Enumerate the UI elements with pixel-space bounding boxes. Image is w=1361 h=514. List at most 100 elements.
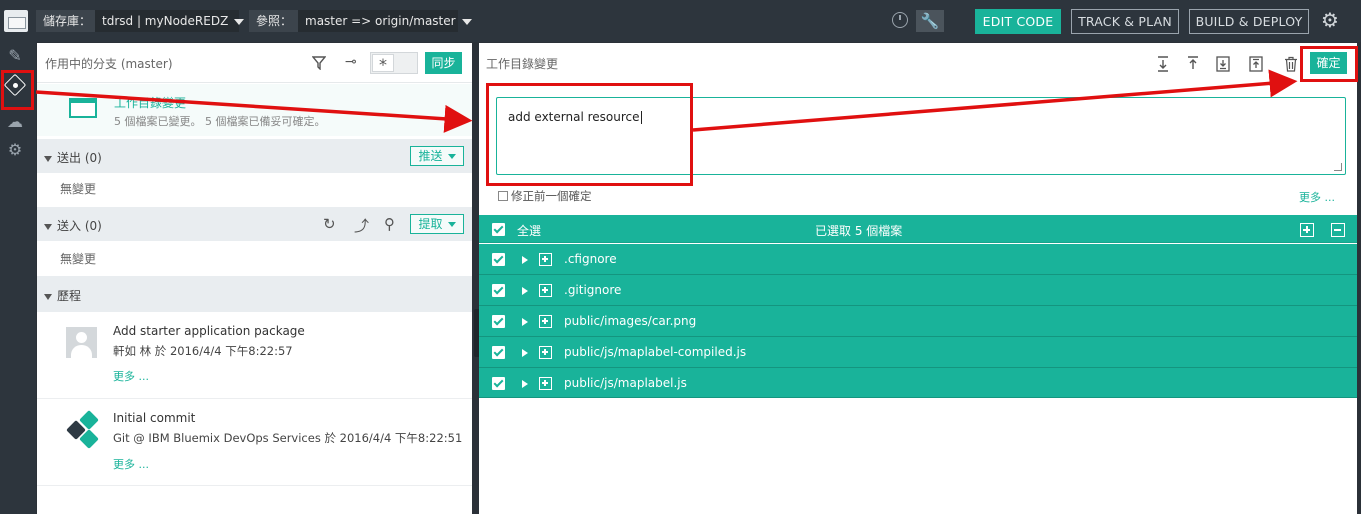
working-dir-title: 工作目錄變更 bbox=[114, 96, 187, 110]
more-options-link[interactable]: 更多 ... bbox=[1299, 189, 1335, 205]
file-checkbox[interactable] bbox=[492, 377, 505, 390]
working-dir-subtitle: 5 個檔案已變更。 5 個檔案已備妥可確定。 bbox=[114, 115, 326, 128]
commit-item[interactable]: Initial commit Git @ IBM Bluemix DevOps … bbox=[37, 400, 472, 486]
select-all-checkbox[interactable] bbox=[492, 223, 505, 236]
ref-value: master => origin/master bbox=[305, 14, 456, 28]
outgoing-section[interactable]: 送出 (0) 推送 bbox=[37, 139, 472, 173]
chevron-down-icon bbox=[234, 18, 245, 25]
push-button[interactable]: 推送 bbox=[410, 146, 464, 166]
branch-title: 作用中的分支 (master) bbox=[45, 57, 173, 71]
timer-icon[interactable] bbox=[892, 12, 908, 28]
file-checkbox[interactable] bbox=[492, 253, 505, 266]
download-patch-icon[interactable] bbox=[1216, 56, 1230, 72]
file-checkbox[interactable] bbox=[492, 315, 505, 328]
file-row[interactable]: public/js/maplabel.js bbox=[479, 368, 1357, 398]
outgoing-empty: 無變更 bbox=[60, 182, 97, 196]
amend-checkbox[interactable]: 修正前一個確定 bbox=[498, 188, 592, 204]
file-checkbox[interactable] bbox=[492, 284, 505, 297]
wrench-icon[interactable]: 🔧 bbox=[916, 10, 944, 32]
file-name: .gitignore bbox=[564, 283, 622, 297]
chevron-down-icon bbox=[447, 154, 456, 159]
collapse-icon bbox=[44, 155, 52, 162]
selected-count: 已選取 5 個檔案 bbox=[815, 224, 903, 238]
amend-label: 修正前一個確定 bbox=[511, 189, 592, 203]
file-name: public/images/car.png bbox=[564, 314, 697, 328]
fetch-button[interactable]: 提取 bbox=[410, 214, 464, 234]
branch-panel-header: 作用中的分支 (master) ⊸ * 同步 bbox=[37, 43, 472, 83]
expand-icon[interactable] bbox=[522, 349, 528, 357]
commit-more-link[interactable]: 更多 ... bbox=[113, 368, 149, 384]
gear-icon[interactable]: ⚙ bbox=[1321, 8, 1339, 32]
file-row[interactable]: public/js/maplabel-compiled.js bbox=[479, 337, 1357, 368]
commit-meta: 軒如 林 於 2016/4/4 下午8:22:57 bbox=[113, 344, 293, 358]
gear-icon[interactable]: ⚙ bbox=[0, 140, 30, 159]
added-file-icon bbox=[539, 253, 552, 266]
added-file-icon bbox=[539, 377, 552, 390]
commit-more-link[interactable]: 更多 ... bbox=[113, 456, 149, 472]
stage-all-icon[interactable] bbox=[1300, 223, 1314, 237]
repo-label: 儲存庫： bbox=[36, 10, 99, 32]
upload-patch-icon[interactable] bbox=[1249, 56, 1263, 72]
filter-icon[interactable] bbox=[312, 56, 326, 70]
expand-icon[interactable] bbox=[522, 256, 528, 264]
ref-selector[interactable]: master => origin/master bbox=[298, 10, 472, 32]
rebase-icon[interactable]: ↻ bbox=[323, 215, 336, 233]
expand-icon[interactable] bbox=[522, 287, 528, 295]
avatar bbox=[66, 327, 97, 358]
ref-label: 參照： bbox=[249, 10, 300, 32]
expand-icon[interactable] bbox=[522, 318, 528, 326]
edit-code-button[interactable]: EDIT CODE bbox=[975, 9, 1061, 34]
file-list-header: 全選 已選取 5 個檔案 bbox=[479, 215, 1357, 243]
working-dir-panel-title: 工作目錄變更 bbox=[486, 57, 559, 71]
build-deploy-button[interactable]: BUILD & DEPLOY bbox=[1189, 9, 1309, 34]
file-row[interactable]: public/images/car.png bbox=[479, 306, 1357, 337]
branch-panel: 作用中的分支 (master) ⊸ * 同步 工作目錄變更 5 個檔案已變更。 … bbox=[37, 43, 472, 514]
reset-icon[interactable]: ⚲ bbox=[384, 215, 395, 233]
cloud-deploy-icon[interactable]: ☁ bbox=[0, 112, 30, 131]
incoming-label: 送入 (0) bbox=[57, 219, 102, 233]
commit-title: Initial commit bbox=[113, 411, 196, 425]
fetch-label: 提取 bbox=[418, 217, 443, 231]
select-all-label: 全選 bbox=[517, 224, 542, 238]
file-name: .cfignore bbox=[564, 252, 617, 266]
merge-icon[interactable]: ⤴ bbox=[354, 215, 369, 236]
incoming-section[interactable]: 送入 (0) 提取 bbox=[37, 207, 472, 241]
pencil-icon[interactable]: ✎ bbox=[0, 46, 30, 65]
expand-icon[interactable] bbox=[522, 380, 528, 388]
added-file-icon bbox=[539, 284, 552, 297]
repo-selector[interactable]: tdrsd | myNodeREDZ bbox=[95, 10, 245, 32]
repo-value: tdrsd | myNodeREDZ bbox=[102, 14, 229, 28]
file-checkbox[interactable] bbox=[492, 346, 505, 359]
history-section[interactable]: 歷程 bbox=[37, 276, 472, 312]
file-name: public/js/maplabel-compiled.js bbox=[564, 345, 747, 359]
commit-icon[interactable]: ⊸ bbox=[345, 54, 357, 70]
push-label: 推送 bbox=[418, 149, 443, 163]
expand-all-icon[interactable] bbox=[1156, 56, 1170, 72]
resize-handle-icon[interactable] bbox=[1334, 163, 1342, 171]
highlight-commit-button bbox=[1300, 46, 1358, 82]
track-plan-button[interactable]: TRACK & PLAN bbox=[1071, 9, 1179, 34]
trash-icon[interactable] bbox=[1284, 56, 1298, 72]
commit-item[interactable]: Add starter application package 軒如 林 於 2… bbox=[37, 313, 472, 399]
history-label: 歷程 bbox=[57, 289, 82, 303]
outgoing-label: 送出 (0) bbox=[57, 151, 102, 165]
collapse-icon bbox=[44, 223, 52, 230]
sync-button[interactable]: 同步 bbox=[425, 52, 462, 74]
top-bar: 儲存庫： tdrsd | myNodeREDZ 參照： master => or… bbox=[0, 0, 1361, 42]
collapse-all-icon[interactable] bbox=[1186, 56, 1200, 72]
project-logo-icon[interactable] bbox=[4, 10, 28, 32]
added-file-icon bbox=[539, 346, 552, 359]
chevron-down-icon bbox=[461, 18, 472, 25]
folder-icon bbox=[69, 98, 97, 118]
toggle-switch[interactable]: * bbox=[370, 52, 418, 74]
incoming-empty: 無變更 bbox=[60, 252, 97, 266]
commit-title: Add starter application package bbox=[113, 324, 305, 338]
left-nav: ✎ ☁ ⚙ bbox=[0, 42, 36, 514]
working-dir-item[interactable]: 工作目錄變更 5 個檔案已變更。 5 個檔案已備妥可確定。 bbox=[37, 84, 472, 136]
chevron-down-icon bbox=[447, 222, 456, 227]
file-row[interactable]: .cfignore bbox=[479, 244, 1357, 275]
unstage-all-icon[interactable] bbox=[1331, 223, 1345, 237]
file-row[interactable]: .gitignore bbox=[479, 275, 1357, 306]
asterisk-icon: * bbox=[372, 54, 394, 74]
collapse-icon bbox=[44, 293, 52, 300]
